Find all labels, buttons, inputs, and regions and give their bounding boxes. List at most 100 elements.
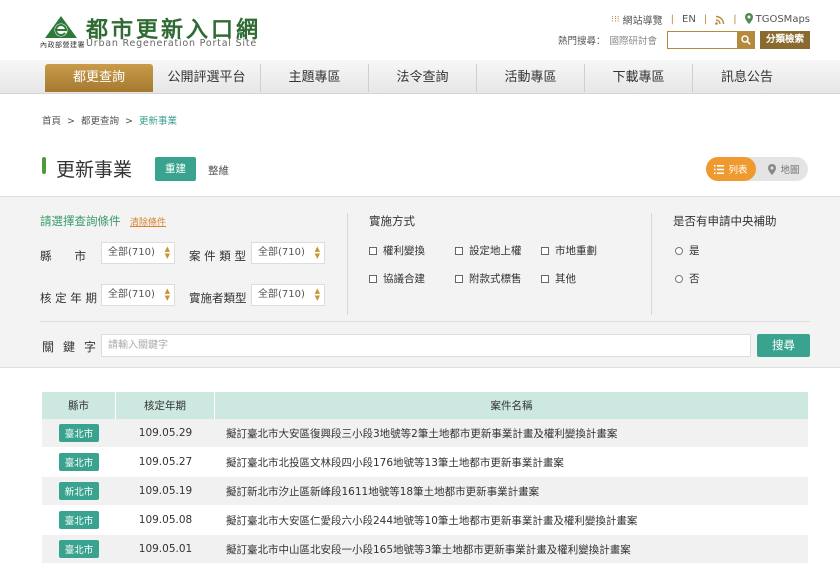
filter-panel: 請選擇查詢條件 清除條件 縣 市 全部(710) ▲ ▼ 案 件 類 型 全部(7… (0, 196, 840, 368)
table-header: 縣市 核定年期 案件名稱 (42, 392, 808, 419)
table-row[interactable]: 臺北市 109.05.01 擬訂臺北市中山區北安段一小段165地號等3筆土地都市… (42, 535, 808, 564)
county-label: 縣 市 (40, 249, 86, 263)
site-logo-icon[interactable] (42, 14, 80, 40)
radio-label: 是 (689, 245, 700, 257)
method-heading: 實施方式 (369, 214, 415, 228)
case-type-select[interactable]: 全部(710) ▲ ▼ (251, 242, 325, 264)
case-name-link[interactable]: 擬訂臺北市大安區仁愛段六小段244地號等10筆土地都市更新事業計畫及權利變換計畫… (215, 506, 808, 534)
view-map-label: 地圖 (780, 165, 800, 176)
year-select-value: 全部(710) (108, 289, 155, 300)
top-links: ⁝⁝⁝ 網站導覽 | EN | | TGOSMaps (611, 12, 810, 27)
hot-search-term[interactable]: 國際研討會 (609, 33, 657, 47)
ministry-label: 內政部營建署 (40, 41, 85, 49)
method-checkbox[interactable]: 市地重劃 (541, 243, 597, 258)
filter-heading: 請選擇查詢條件 (40, 214, 121, 228)
city-badge: 臺北市 (58, 424, 100, 442)
subsidy-radio-no[interactable]: 否 (675, 271, 700, 286)
breadcrumb-arrow: > (125, 116, 133, 127)
breadcrumb-search[interactable]: 都更查詢 (81, 116, 119, 127)
column-header-date: 核定年期 (116, 392, 215, 419)
implementer-label: 實施者類型 (189, 291, 247, 305)
approval-date: 109.05.08 (138, 514, 193, 526)
site-search-button[interactable] (736, 31, 755, 49)
divider (347, 213, 348, 315)
site-search-input[interactable] (666, 31, 737, 49)
city-badge: 臺北市 (58, 540, 100, 558)
method-checkbox[interactable]: 其他 (541, 271, 576, 286)
advanced-search-button[interactable]: 分類檢索 (759, 31, 810, 49)
nav-item-announcements[interactable]: 訊息公告 (693, 64, 801, 92)
breadcrumb: 首頁 > 都更查詢 > 更新事業 (42, 113, 177, 127)
view-list-button[interactable]: 列表 (706, 157, 756, 181)
results-table: 縣市 核定年期 案件名稱 臺北市 109.05.29 擬訂臺北市大安區復興段三小… (42, 392, 808, 564)
select-arrows-icon: ▲ ▼ (314, 245, 320, 260)
rss-icon[interactable] (715, 15, 725, 25)
tab-redevelop[interactable]: 重建 (155, 157, 196, 181)
map-pin-icon (744, 12, 753, 27)
map-pin-icon (768, 163, 777, 175)
method-label: 其他 (555, 273, 576, 285)
site-header: 內政部營建署 都市更新入口網 Urban Regeneration Portal… (0, 0, 840, 60)
year-label: 核 定 年 期 (40, 291, 97, 305)
checkbox-icon (369, 274, 377, 283)
nav-item-downloads[interactable]: 下載專區 (585, 64, 693, 92)
subsidy-radio-yes[interactable]: 是 (675, 243, 700, 258)
column-header-city: 縣市 (42, 392, 116, 419)
breadcrumb-current: 更新事業 (138, 116, 177, 127)
implementer-select[interactable]: 全部(710) ▲ ▼ (251, 284, 325, 306)
case-name-link[interactable]: 擬訂臺北市大安區復興段三小段3地號等2筆土地都市更新事業計畫及權利變換計畫案 (215, 419, 808, 447)
method-checkbox[interactable]: 設定地上權 (455, 243, 522, 258)
table-row[interactable]: 臺北市 109.05.29 擬訂臺北市大安區復興段三小段3地號等2筆土地都市更新… (42, 419, 808, 448)
method-label: 附款式標售 (469, 273, 522, 285)
case-type-label: 案 件 類 型 (189, 249, 246, 263)
case-name-link[interactable]: 擬訂新北市汐止區新峰段1611地號等18筆土地都市更新事業計畫案 (215, 477, 808, 505)
nav-item-urban-renewal-search[interactable]: 都更查詢 (45, 64, 153, 92)
keyword-input[interactable]: 請輸入關鍵字 (101, 334, 751, 357)
method-label: 協議合建 (383, 273, 425, 285)
divider (651, 213, 652, 315)
tgosmaps-link[interactable]: TGOSMaps (756, 14, 810, 25)
nav-item-public-selection[interactable]: 公開評選平台 (153, 64, 261, 92)
approval-date: 109.05.27 (138, 456, 193, 468)
view-toggle: 列表 地圖 (706, 157, 808, 181)
case-name-link[interactable]: 擬訂臺北市中山區北安段一小段165地號等3筆土地都市更新事業計畫及權利變換計畫案 (215, 535, 808, 563)
header-search: 熱門搜尋： 國際研討會 分類檢索 (558, 31, 810, 49)
nav-item-regulations[interactable]: 法令查詢 (369, 64, 477, 92)
view-map-button[interactable]: 地圖 (760, 157, 808, 181)
case-type-select-value: 全部(710) (258, 247, 305, 258)
search-button[interactable]: 搜尋 (757, 334, 810, 357)
english-link[interactable]: EN (682, 14, 696, 25)
hot-search-label: 熱門搜尋： (557, 36, 606, 47)
table-row[interactable]: 臺北市 109.05.27 擬訂臺北市北投區文林段四小段176地號等13筆土地都… (42, 448, 808, 477)
sitemap-icon: ⁝⁝⁝ (611, 14, 620, 25)
sitemap-link[interactable]: 網站導覽 (623, 12, 663, 27)
divider (40, 321, 810, 322)
method-label: 權利變換 (383, 245, 425, 257)
nav-item-topics[interactable]: 主題專區 (261, 64, 369, 92)
radio-icon (675, 246, 683, 255)
tab-renovate[interactable]: 整維 (208, 163, 229, 178)
method-checkbox[interactable]: 協議合建 (369, 271, 425, 286)
main-nav: 都更查詢 公開評選平台 主題專區 法令查詢 活動專區 下載專區 訊息公告 (0, 60, 840, 94)
method-checkbox[interactable]: 附款式標售 (455, 271, 522, 286)
subsidy-heading: 是否有申請中央補助 (673, 214, 777, 228)
method-label: 市地重劃 (555, 245, 597, 257)
city-badge: 新北市 (58, 482, 100, 500)
divider: | (703, 14, 708, 25)
year-select[interactable]: 全部(710) ▲ ▼ (101, 284, 175, 306)
method-checkbox[interactable]: 權利變換 (369, 243, 425, 258)
view-list-label: 列表 (728, 165, 748, 176)
keyword-label: 關鍵字 (42, 340, 106, 354)
radio-label: 否 (689, 273, 700, 285)
clear-filters-link[interactable]: 清除條件 (130, 215, 166, 228)
nav-item-events[interactable]: 活動專區 (477, 64, 585, 92)
table-row[interactable]: 新北市 109.05.19 擬訂新北市汐止區新峰段1611地號等18筆土地都市更… (42, 477, 808, 506)
select-arrows-icon: ▲ ▼ (164, 245, 170, 260)
checkbox-icon (541, 274, 549, 283)
breadcrumb-arrow: > (67, 116, 75, 127)
county-select[interactable]: 全部(710) ▲ ▼ (101, 242, 175, 264)
case-name-link[interactable]: 擬訂臺北市北投區文林段四小段176地號等13筆土地都市更新事業計畫案 (215, 448, 808, 476)
breadcrumb-home[interactable]: 首頁 (42, 116, 61, 127)
table-row[interactable]: 臺北市 109.05.08 擬訂臺北市大安區仁愛段六小段244地號等10筆土地都… (42, 506, 808, 535)
select-arrows-icon: ▲ ▼ (164, 287, 170, 302)
